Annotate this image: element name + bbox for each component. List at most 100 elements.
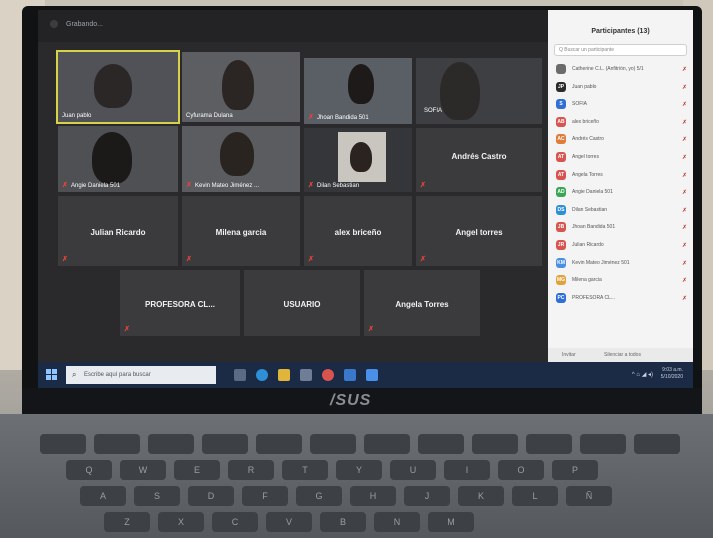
keyboard-key[interactable]: N (374, 512, 420, 532)
keyboard-key[interactable] (418, 434, 464, 454)
participant-name: Dilan Sebastian (317, 183, 360, 189)
store-icon[interactable] (300, 369, 312, 381)
keyboard-key[interactable]: T (282, 460, 328, 480)
participant-list-item[interactable]: AB alex briceño ✗ (548, 113, 693, 131)
keyboard-key[interactable]: P (552, 460, 598, 480)
windows-start-icon[interactable] (46, 369, 58, 381)
keyboard-key[interactable]: U (390, 460, 436, 480)
video-tile[interactable]: Cyfurama Dulana (182, 52, 300, 122)
keyboard-key[interactable] (310, 434, 356, 454)
taskbar-clock[interactable]: 9:03 a.m. 5/10/2020 (661, 367, 683, 381)
participant-list-item[interactable]: AC Andrés Castro ✗ (548, 130, 693, 148)
participant-list-item[interactable]: DS Dilan Sebastian ✗ (548, 201, 693, 219)
participant-tile[interactable]: alex briceño ✗ (304, 196, 412, 266)
keyboard-key[interactable]: Y (336, 460, 382, 480)
keyboard-key[interactable]: C (212, 512, 258, 532)
participant-avatar (556, 64, 566, 74)
keyboard-key[interactable] (256, 434, 302, 454)
keyboard-key[interactable] (526, 434, 572, 454)
keyboard-key[interactable] (94, 434, 140, 454)
keyboard-key[interactable]: G (296, 486, 342, 506)
keyboard-key[interactable]: E (174, 460, 220, 480)
keyboard-key[interactable]: I (444, 460, 490, 480)
keyboard-key[interactable]: R (228, 460, 274, 480)
edge-icon[interactable] (256, 369, 268, 381)
keyboard-key[interactable] (202, 434, 248, 454)
keyboard-key[interactable]: B (320, 512, 366, 532)
keyboard-key[interactable]: X (158, 512, 204, 532)
video-tile[interactable]: ✗ Jhoan Bandida 501 (304, 58, 412, 124)
muted-mic-icon: ✗ (681, 137, 687, 144)
mail-icon[interactable] (344, 369, 356, 381)
participant-list-item[interactable]: JR Julian Ricardo ✗ (548, 236, 693, 254)
participant-avatar: JR (556, 239, 566, 250)
participant-list-item[interactable]: AT Angela Torres ✗ (548, 166, 693, 184)
keyboard-key[interactable] (580, 434, 626, 454)
keyboard-key[interactable]: Z (104, 512, 150, 532)
participant-tile[interactable]: PROFESORA CL... ✗ (120, 270, 240, 336)
participant-list-name: Angie Daniela 501 (572, 189, 613, 196)
participant-list-item[interactable]: Catherine C.L. (Anfitrión, yo) 5/1 ✗ (548, 60, 693, 78)
keyboard-key[interactable] (472, 434, 518, 454)
invite-button[interactable]: Invitar (562, 352, 576, 358)
keyboard-key[interactable]: K (458, 486, 504, 506)
keyboard-key[interactable]: S (134, 486, 180, 506)
participant-name: Milena garcia (215, 228, 267, 238)
keyboard-key[interactable]: J (404, 486, 450, 506)
muted-mic-icon: ✗ (681, 242, 687, 249)
participant-list-item[interactable]: KM Kevin Mateo Jiménez 501 ✗ (548, 254, 693, 272)
file-explorer-icon[interactable] (278, 369, 290, 381)
video-tile[interactable]: ✗ Angie Daniela 501 (58, 126, 178, 192)
keyboard-key[interactable]: W (120, 460, 166, 480)
keyboard-key[interactable] (40, 434, 86, 454)
video-tile[interactable]: ✗ Kevin Mateo Jiménez ... (182, 126, 300, 192)
participant-list-item[interactable]: AT Angel torres ✗ (548, 148, 693, 166)
chrome-icon[interactable] (322, 369, 334, 381)
keyboard-key[interactable]: Q (66, 460, 112, 480)
mute-all-button[interactable]: Silenciar a todos (604, 352, 641, 358)
keyboard-key[interactable]: O (498, 460, 544, 480)
keyboard-key[interactable] (634, 434, 680, 454)
participant-list-item[interactable]: MG Milena garcia ✗ (548, 271, 693, 289)
muted-mic-icon: ✗ (186, 182, 192, 189)
participant-tile[interactable]: Angela Torres ✗ (364, 270, 480, 336)
system-tray[interactable]: ^ ⌂ ◢ ◂) (632, 371, 653, 378)
participant-list-name: Kevin Mateo Jiménez 501 (572, 259, 630, 266)
keyboard-key[interactable]: F (242, 486, 288, 506)
task-view-icon[interactable] (234, 369, 246, 381)
video-tile[interactable]: ✗ Dilan Sebastian (304, 128, 412, 192)
participant-list-item[interactable]: AD Angie Daniela 501 ✗ (548, 183, 693, 201)
keyboard-key[interactable]: A (80, 486, 126, 506)
windows-taskbar: ⌕ Escribe aquí para buscar ^ ⌂ ◢ ◂) 9:03… (38, 362, 693, 388)
participant-tile[interactable]: Angel torres ✗ (416, 196, 542, 266)
participant-avatar: DS (556, 204, 566, 215)
zoom-icon[interactable] (366, 369, 378, 381)
video-tile[interactable]: Juan pablo (56, 50, 180, 124)
muted-mic-icon: ✗ (681, 119, 687, 126)
participant-avatar: S (556, 99, 566, 110)
laptop-screen: Grabando... Juan pablo Cyfurama Dulana ✗… (38, 10, 693, 388)
participant-list-item[interactable]: JP Juan pablo ✗ (548, 78, 693, 96)
participant-tile[interactable]: Milena garcia ✗ (182, 196, 300, 266)
participant-tile[interactable]: Julian Ricardo ✗ (58, 196, 178, 266)
muted-mic-icon: ✗ (308, 114, 314, 121)
participant-list-item[interactable]: JB Jhoan Bandida 501 ✗ (548, 218, 693, 236)
keyboard-key[interactable]: M (428, 512, 474, 532)
participant-search-input[interactable]: Q Buscar un participante (554, 44, 687, 56)
keyboard-key[interactable]: H (350, 486, 396, 506)
taskbar-search-input[interactable]: ⌕ Escribe aquí para buscar (66, 366, 216, 384)
muted-mic-icon: ✗ (124, 326, 130, 333)
participant-list-name: Dilan Sebastian (572, 206, 608, 213)
keyboard-key[interactable]: Ñ (566, 486, 612, 506)
participant-list-item[interactable]: S SOFIA ✗ (548, 95, 693, 113)
keyboard-key[interactable] (364, 434, 410, 454)
muted-mic-icon: ✗ (62, 182, 68, 189)
participant-tile[interactable]: USUARIO (244, 270, 360, 336)
keyboard-key[interactable] (148, 434, 194, 454)
keyboard-key[interactable]: V (266, 512, 312, 532)
participant-list-item[interactable]: PC PROFESORA CL... ✗ (548, 289, 693, 307)
participant-tile[interactable]: Andrés Castro ✗ (416, 128, 542, 192)
keyboard-key[interactable]: L (512, 486, 558, 506)
video-tile[interactable]: SOFIA (416, 58, 542, 124)
keyboard-key[interactable]: D (188, 486, 234, 506)
